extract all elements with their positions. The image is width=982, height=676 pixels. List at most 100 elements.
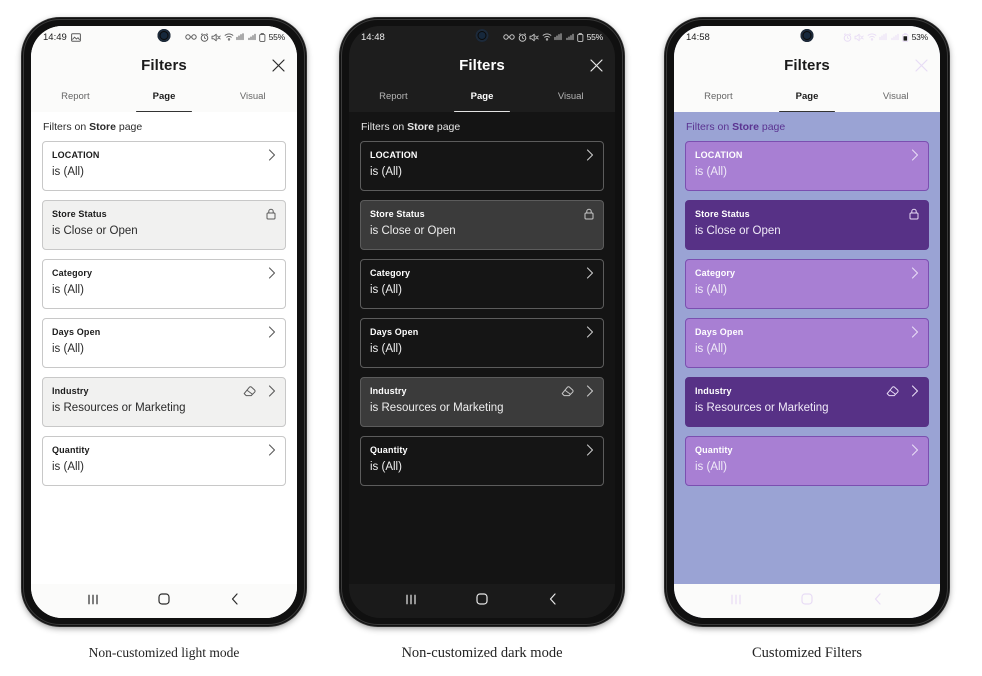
filter-field-name: Quantity <box>52 445 90 455</box>
nav-recents-icon[interactable] <box>80 588 106 610</box>
filter-scope-tabs: Report Page Visual <box>31 82 297 112</box>
clear-filter-eraser-icon[interactable] <box>886 385 899 397</box>
filter-card[interactable]: Quantity is (All) <box>685 436 929 486</box>
filter-condition-value: is Close or Open <box>52 225 138 237</box>
chevron-right-icon[interactable] <box>268 444 276 456</box>
android-nav-bar <box>31 584 297 618</box>
chevron-right-icon[interactable] <box>586 326 594 338</box>
filter-card[interactable]: Store Status is Close or Open <box>685 200 929 250</box>
clear-filter-eraser-icon[interactable] <box>243 385 256 397</box>
chevron-right-icon[interactable] <box>268 385 276 397</box>
chevron-right-icon[interactable] <box>911 326 919 338</box>
chevron-right-icon[interactable] <box>586 267 594 279</box>
close-icon[interactable] <box>269 56 287 74</box>
filter-card[interactable]: Industry is Resources or Marketing <box>42 377 286 427</box>
filters-scope-label: Filters on Store page <box>42 119 286 141</box>
tab-label: Page <box>470 90 494 102</box>
nav-recents-icon[interactable] <box>723 588 749 610</box>
close-icon[interactable] <box>912 56 930 74</box>
tab-page[interactable]: Page <box>120 82 209 112</box>
filter-card-icons <box>911 444 919 456</box>
tab-page[interactable]: Page <box>438 82 527 112</box>
filter-scope-tabs: Report Page Visual <box>349 82 615 112</box>
filter-field-name: Industry <box>52 386 89 396</box>
nav-home-icon[interactable] <box>469 588 495 610</box>
tab-report[interactable]: Report <box>31 82 120 112</box>
lock-icon <box>909 208 919 220</box>
filter-card[interactable]: LOCATION is (All) <box>685 141 929 191</box>
front-camera-punchhole <box>800 29 814 42</box>
filter-card[interactable]: Quantity is (All) <box>42 436 286 486</box>
tab-report[interactable]: Report <box>349 82 438 112</box>
status-battery-lock-icon <box>259 32 266 42</box>
dialog-title-bar: Filters <box>349 48 615 82</box>
filter-card[interactable]: Industry is Resources or Marketing <box>360 377 604 427</box>
filter-card[interactable]: Quantity is (All) <box>360 436 604 486</box>
chevron-right-icon[interactable] <box>911 385 919 397</box>
screenshot-stage: 14:49 55% Filters Report Page Visual Filters o… <box>0 0 982 676</box>
chevron-right-icon[interactable] <box>586 385 594 397</box>
filter-condition-value: is (All) <box>695 461 727 473</box>
chevron-right-icon[interactable] <box>268 267 276 279</box>
chevron-right-icon[interactable] <box>911 444 919 456</box>
tab-visual[interactable]: Visual <box>208 82 297 112</box>
filter-condition-value: is (All) <box>695 343 727 355</box>
filter-field-name: Category <box>695 268 736 278</box>
clear-filter-eraser-icon[interactable] <box>561 385 574 397</box>
status-alarm-icon <box>518 32 527 42</box>
nav-home-icon[interactable] <box>151 588 177 610</box>
chevron-right-icon[interactable] <box>268 326 276 338</box>
page-title: Filters <box>459 56 505 74</box>
status-wifi-icon <box>224 33 234 41</box>
filter-condition-value: is (All) <box>52 461 84 473</box>
nav-home-icon[interactable] <box>794 588 820 610</box>
nav-back-icon[interactable] <box>222 588 248 610</box>
filter-card[interactable]: Days Open is (All) <box>360 318 604 368</box>
status-battery-percent: 53% <box>911 32 929 42</box>
chevron-right-icon[interactable] <box>911 267 919 279</box>
filter-card-header: Category <box>52 267 276 279</box>
phone-caption: Non-customized dark mode <box>401 645 563 661</box>
filter-condition-value: is (All) <box>695 166 727 178</box>
filter-card[interactable]: Category is (All) <box>685 259 929 309</box>
chevron-right-icon[interactable] <box>586 444 594 456</box>
filter-card[interactable]: LOCATION is (All) <box>360 141 604 191</box>
filter-card-icons <box>586 444 594 456</box>
tab-visual[interactable]: Visual <box>526 82 615 112</box>
scope-page-name: Store <box>89 121 116 133</box>
phone-custom: 14:58 53% Filters Report Page Visual Filters o… <box>665 18 949 626</box>
chevron-right-icon[interactable] <box>911 149 919 161</box>
filter-card-header: Store Status <box>370 208 594 220</box>
filter-field-name: LOCATION <box>370 150 418 160</box>
filter-condition-value: is (All) <box>52 284 84 296</box>
phone-caption: Customized Filters <box>752 645 862 661</box>
filter-card[interactable]: Store Status is Close or Open <box>360 200 604 250</box>
status-vpn-icon <box>185 33 197 41</box>
scope-suffix: page <box>115 121 143 133</box>
filter-card[interactable]: Category is (All) <box>360 259 604 309</box>
tab-label: Visual <box>239 90 266 102</box>
nav-recents-icon[interactable] <box>398 588 424 610</box>
nav-back-icon[interactable] <box>540 588 566 610</box>
scope-prefix: Filters on <box>686 121 733 133</box>
filter-field-name: Store Status <box>370 209 425 219</box>
filters-list: Filters on Store page LOCATION is (All) Sto… <box>31 112 297 584</box>
chevron-right-icon[interactable] <box>268 149 276 161</box>
tab-visual[interactable]: Visual <box>851 82 940 112</box>
filter-card[interactable]: Industry is Resources or Marketing <box>685 377 929 427</box>
filter-card-icons <box>586 267 594 279</box>
tab-report[interactable]: Report <box>674 82 763 112</box>
status-battery-icon <box>902 32 909 42</box>
nav-back-icon[interactable] <box>865 588 891 610</box>
close-icon[interactable] <box>587 56 605 74</box>
tab-page[interactable]: Page <box>763 82 852 112</box>
filter-card[interactable]: Days Open is (All) <box>42 318 286 368</box>
status-battery-percent: 55% <box>268 32 286 42</box>
filter-card[interactable]: Days Open is (All) <box>685 318 929 368</box>
filter-card[interactable]: Store Status is Close or Open <box>42 200 286 250</box>
chevron-right-icon[interactable] <box>586 149 594 161</box>
filter-card[interactable]: Category is (All) <box>42 259 286 309</box>
filter-card[interactable]: LOCATION is (All) <box>42 141 286 191</box>
status-clock-group: 14:58 <box>686 32 710 43</box>
android-nav-bar <box>674 584 940 618</box>
